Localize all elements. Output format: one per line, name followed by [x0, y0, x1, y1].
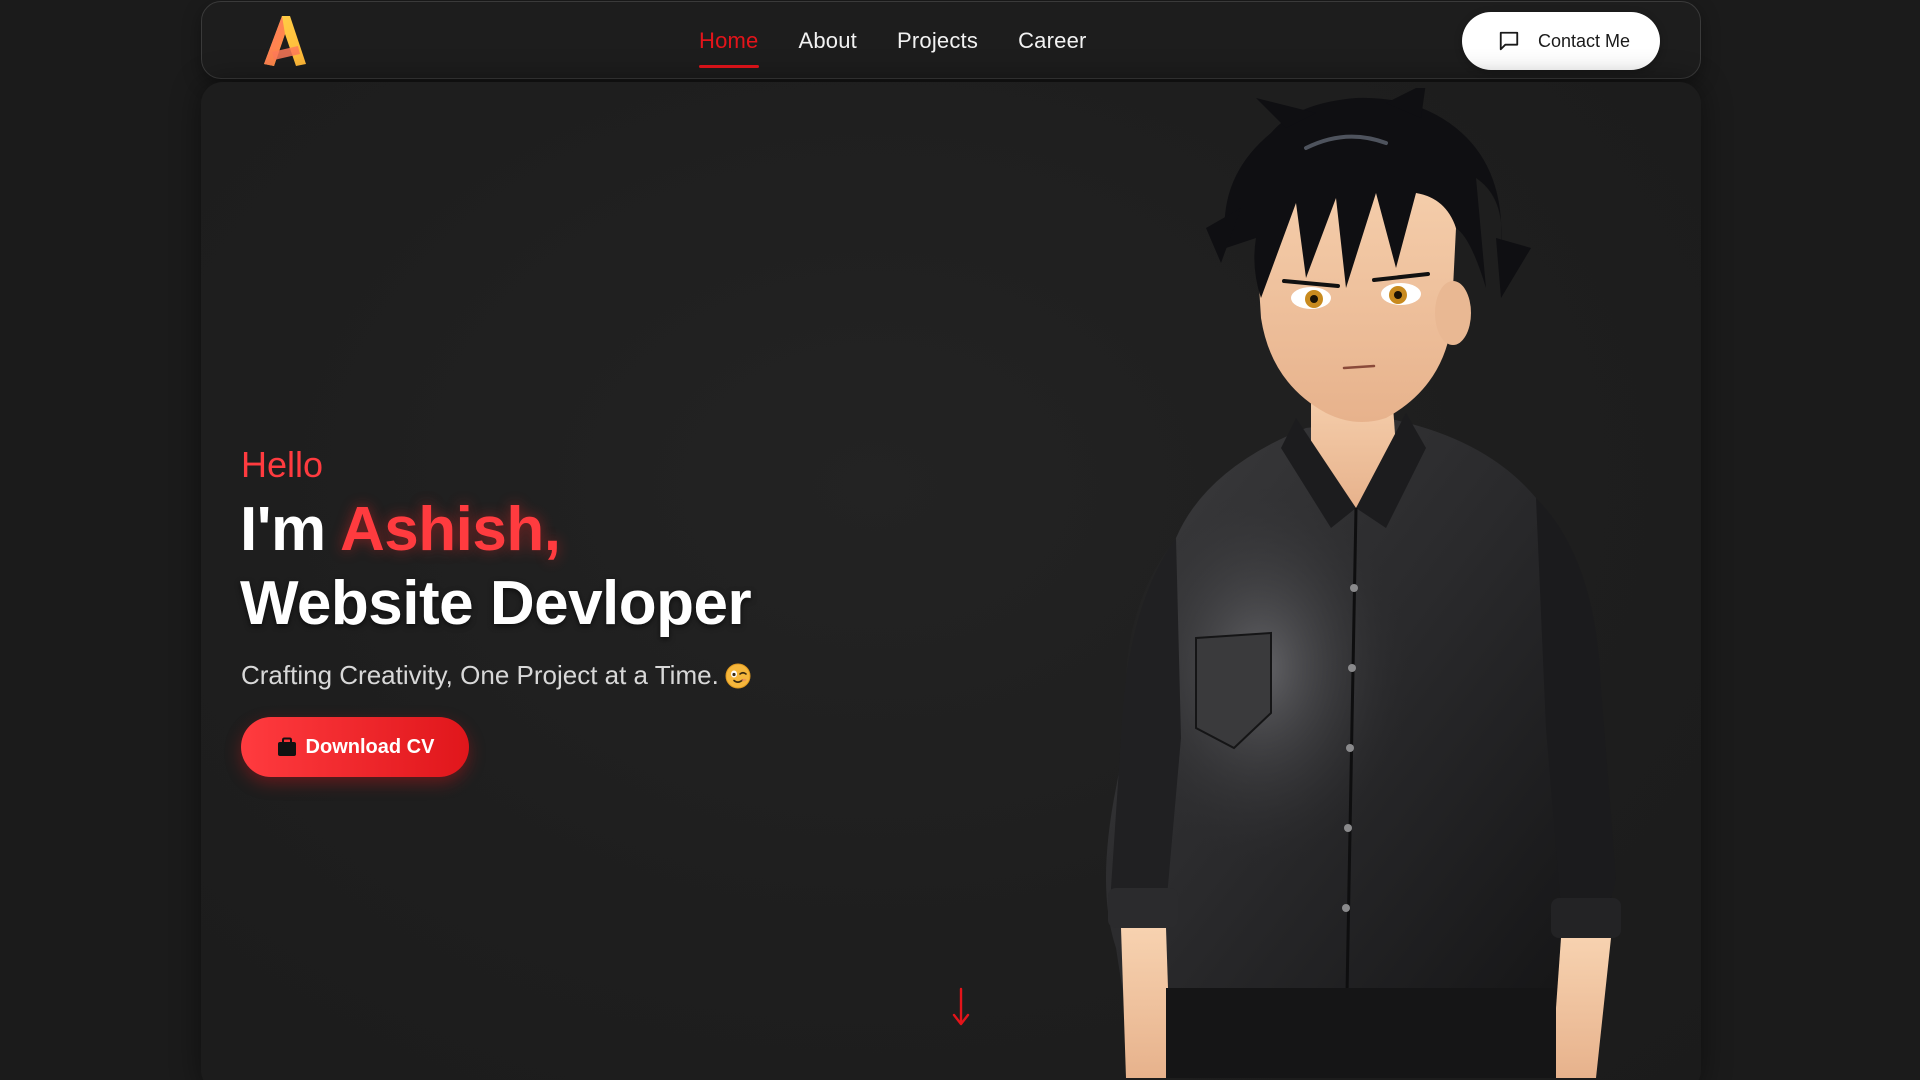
- hero-tagline: Crafting Creativity, One Project at a Ti…: [241, 660, 751, 691]
- letter-a-logo-icon[interactable]: [252, 10, 314, 72]
- main-navigation: Home About Projects Career: [699, 2, 1087, 80]
- page: Home About Projects Career Contact Me He…: [0, 0, 1900, 1080]
- nav-item-label: Projects: [897, 28, 979, 53]
- portrait-illustration: [1106, 88, 1621, 1078]
- nav-item-projects[interactable]: Projects: [897, 28, 978, 54]
- tagline-text: Crafting Creativity, One Project at a Ti…: [241, 660, 719, 690]
- hero-intro: I'm Ashish,: [240, 494, 561, 565]
- active-indicator: [699, 65, 759, 68]
- nav-item-label: About: [798, 28, 857, 53]
- hero-name: Ashish,: [340, 495, 561, 564]
- navbar: Home About Projects Career Contact Me: [201, 1, 1701, 79]
- chat-bubble-icon: [1499, 31, 1519, 51]
- hero-role: Website Devloper: [240, 569, 752, 638]
- intro-prefix: I'm: [240, 495, 341, 564]
- nav-item-home[interactable]: Home: [699, 28, 759, 68]
- briefcase-icon: [277, 737, 296, 756]
- download-cv-button[interactable]: Download CV: [241, 717, 469, 777]
- arrow-down-icon[interactable]: [949, 987, 973, 1027]
- nav-item-label: Home: [699, 28, 759, 53]
- hero-section: Hello I'm Ashish, Website Devloper Craft…: [201, 82, 1701, 1080]
- download-cv-label: Download CV: [305, 735, 435, 758]
- contact-me-button[interactable]: Contact Me: [1462, 12, 1660, 70]
- winking-face-emoji-icon: [725, 663, 751, 688]
- nav-item-about[interactable]: About: [799, 28, 858, 54]
- contact-me-label: Contact Me: [1538, 30, 1631, 51]
- nav-item-label: Career: [1018, 28, 1087, 53]
- hero-greeting: Hello: [241, 444, 324, 485]
- nav-item-career[interactable]: Career: [1018, 28, 1086, 54]
